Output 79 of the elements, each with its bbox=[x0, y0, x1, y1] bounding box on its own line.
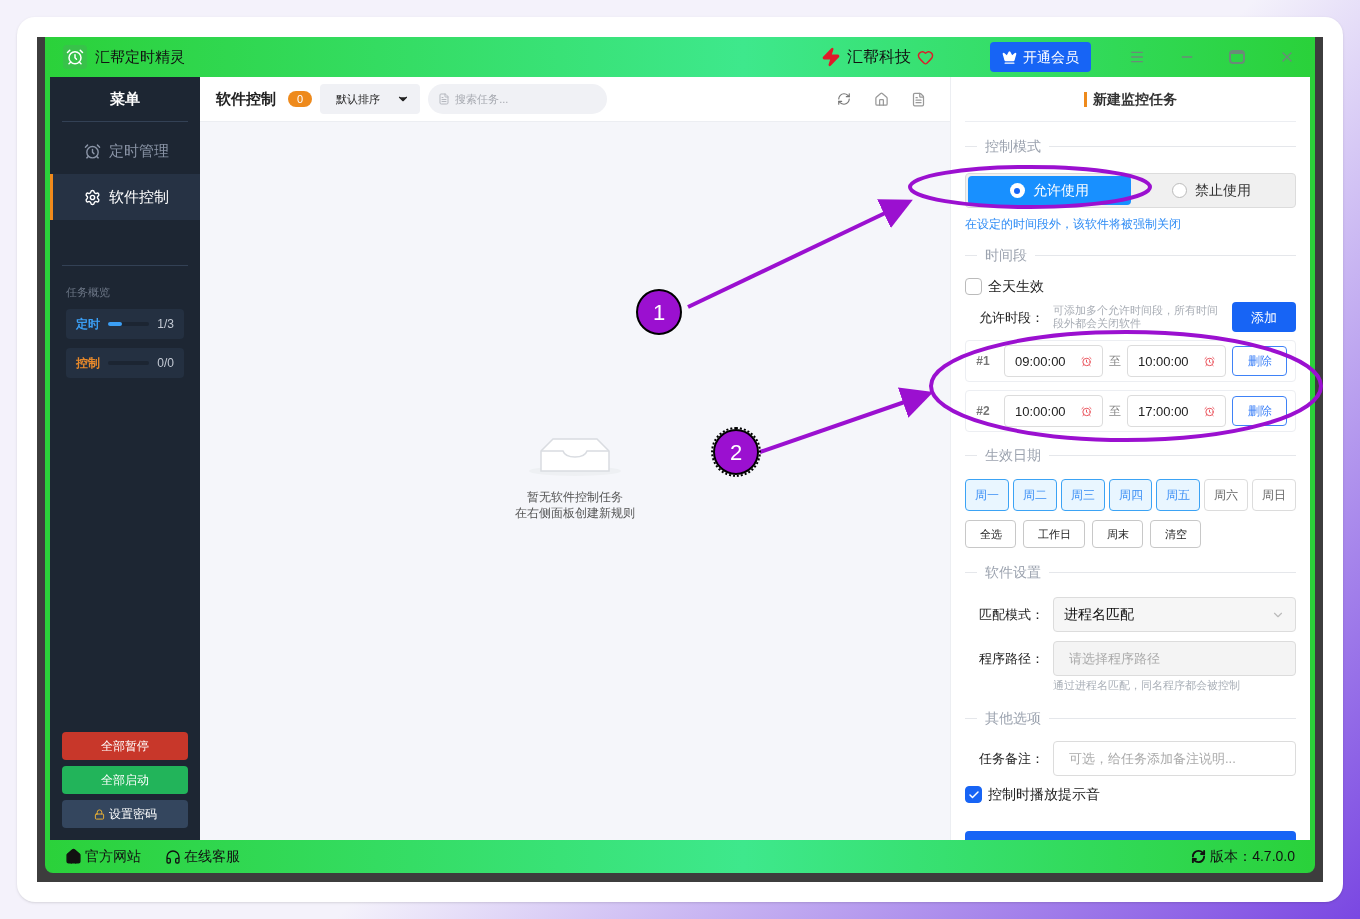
crown-icon bbox=[1002, 49, 1017, 65]
field-label: 允许时段： bbox=[979, 308, 1045, 327]
search-field[interactable]: 搜索任务... bbox=[428, 84, 608, 114]
checkmark-icon bbox=[967, 788, 980, 801]
field-label: 匹配模式： bbox=[979, 606, 1045, 624]
path-hint: 通过进程名匹配，同名程序都会被控制 bbox=[1053, 678, 1241, 694]
headset-icon bbox=[165, 848, 181, 865]
page-title: 软件控制 bbox=[216, 88, 276, 109]
match-mode-select[interactable]: 进程名匹配 bbox=[1053, 597, 1296, 633]
sound-checkbox[interactable]: 控制时播放提示音 bbox=[965, 784, 1296, 805]
section-legend: 控制模式 bbox=[985, 136, 1041, 157]
brand-name: 汇帮科技 bbox=[847, 47, 911, 67]
section-legend: 其他选项 bbox=[985, 708, 1041, 729]
end-time-field[interactable]: 10:00:00 bbox=[1127, 345, 1226, 378]
count-badge: 0 bbox=[288, 91, 313, 107]
refresh-icon[interactable] bbox=[837, 92, 851, 106]
nav-item[interactable]: 软件控制 bbox=[50, 174, 200, 220]
allow-hint: 可添加多个允许时间段，所有时间段外都会关闭软件 bbox=[1053, 304, 1219, 331]
empty-state-text: 在右侧面板创建新规则 bbox=[515, 505, 635, 521]
home-icon[interactable] bbox=[874, 91, 889, 107]
home-icon bbox=[65, 848, 82, 865]
heart-icon bbox=[917, 48, 934, 66]
mode-hint: 在设定的时间段外，该软件将被强制关闭 bbox=[965, 217, 1182, 232]
range-separator: 至 bbox=[1109, 403, 1121, 421]
add-button[interactable]: 添加 bbox=[1232, 302, 1296, 333]
sort-dropdown[interactable]: 默认排序 bbox=[320, 84, 421, 114]
nav-item[interactable]: 定时管理 bbox=[50, 128, 200, 174]
section-legend: 时间段 bbox=[985, 245, 1027, 267]
empty-tray-icon bbox=[527, 437, 623, 477]
app-logo-icon bbox=[63, 45, 87, 69]
panel-title: 新建监控任务 bbox=[1093, 89, 1177, 109]
delete-button[interactable]: 删除 bbox=[1232, 396, 1287, 427]
refresh-icon bbox=[1191, 849, 1207, 864]
lightning-logo-icon bbox=[821, 47, 841, 67]
maximize-icon[interactable] bbox=[1229, 50, 1245, 64]
pause-all-button[interactable]: 全部暂停 bbox=[62, 732, 188, 760]
menu-icon[interactable] bbox=[1129, 49, 1145, 65]
alarm-clock-icon bbox=[1081, 405, 1092, 417]
overview-count: 1/3 bbox=[157, 315, 174, 333]
vip-button[interactable]: 开通会员 bbox=[990, 42, 1091, 72]
start-time-field[interactable]: 09:00:00 bbox=[1004, 345, 1103, 378]
alarm-clock-icon bbox=[1204, 355, 1215, 367]
overview-count: 0/0 bbox=[157, 354, 174, 372]
lock-icon bbox=[93, 808, 105, 820]
overview-title: 任务概览 bbox=[66, 285, 111, 300]
set-password-button[interactable]: 设置密码 bbox=[62, 800, 188, 828]
version-label: 版本：4.7.0.0 bbox=[1210, 847, 1295, 866]
delete-button[interactable]: 删除 bbox=[1232, 346, 1287, 377]
mode-option[interactable]: 禁止使用 bbox=[1130, 176, 1293, 205]
section-legend: 生效日期 bbox=[985, 445, 1041, 467]
task-note-field[interactable]: 可选，给任务添加备注说明... bbox=[1053, 741, 1296, 776]
start-time-field[interactable]: 10:00:00 bbox=[1004, 395, 1103, 428]
alarm-clock-icon bbox=[1081, 355, 1092, 367]
window-title: 汇帮定时精灵 bbox=[95, 46, 185, 67]
footer-link[interactable]: 官方网站 bbox=[65, 846, 141, 867]
range-separator: 至 bbox=[1109, 353, 1121, 371]
weekday-toggle[interactable]: 周六 bbox=[1204, 479, 1249, 512]
section-legend: 软件设置 bbox=[985, 562, 1041, 584]
alarm-clock-icon bbox=[84, 142, 101, 160]
overview-label: 定时 bbox=[76, 315, 100, 333]
end-time-field[interactable]: 17:00:00 bbox=[1127, 395, 1226, 428]
sidebar-title: 菜单 bbox=[109, 88, 141, 109]
field-label: 程序路径： bbox=[979, 650, 1045, 668]
empty-state-text: 暂无软件控制任务 bbox=[527, 489, 623, 505]
document-icon bbox=[438, 93, 451, 105]
quick-select-button[interactable]: 周末 bbox=[1092, 520, 1143, 549]
quick-select-button[interactable]: 工作日 bbox=[1023, 520, 1085, 549]
footer-link[interactable]: 在线客服 bbox=[165, 846, 240, 867]
list-icon[interactable] bbox=[911, 91, 926, 107]
slot-index: #2 bbox=[975, 403, 991, 421]
settings-icon bbox=[84, 188, 101, 206]
quick-select-button[interactable]: 全选 bbox=[965, 520, 1016, 549]
alarm-clock-icon bbox=[1204, 405, 1215, 417]
weekday-toggle[interactable]: 周日 bbox=[1252, 479, 1296, 512]
slot-index: #1 bbox=[975, 353, 991, 371]
all-day-checkbox[interactable]: 全天生效 bbox=[965, 276, 1296, 298]
overview-label: 控制 bbox=[76, 354, 100, 372]
quick-select-button[interactable]: 清空 bbox=[1150, 520, 1201, 549]
field-label: 任务备注： bbox=[979, 749, 1045, 768]
